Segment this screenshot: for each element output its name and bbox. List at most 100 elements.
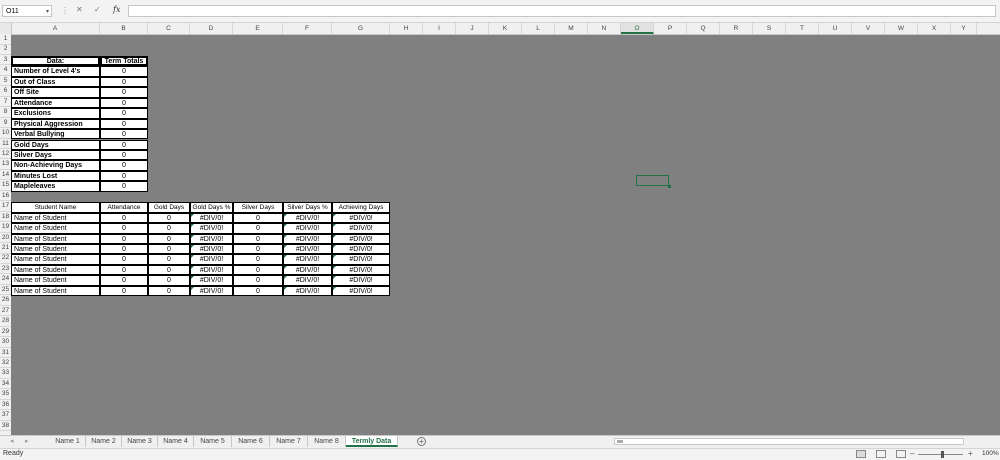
row-header-16[interactable]: 16 — [0, 191, 11, 202]
row-header-17[interactable]: 17 — [0, 201, 11, 212]
sheet-tab[interactable]: Name 2 — [86, 436, 122, 447]
row-header-15[interactable]: 15 — [0, 180, 11, 191]
table-cell[interactable]: 0 — [100, 223, 148, 234]
zoom-slider-knob[interactable] — [941, 451, 944, 458]
table-cell[interactable]: #DIV/0! — [190, 254, 233, 265]
insert-function-icon[interactable]: fx — [113, 5, 120, 14]
table-header-3[interactable]: Gold Days % — [190, 202, 233, 213]
table-cell[interactable]: 0 — [148, 233, 190, 244]
row-header-36[interactable]: 36 — [0, 400, 11, 411]
table-cell[interactable]: #DIV/0! — [283, 244, 332, 255]
row-header-7[interactable]: 7 — [0, 97, 11, 108]
row-header-35[interactable]: 35 — [0, 389, 11, 400]
table-cell[interactable]: #DIV/0! — [332, 275, 390, 286]
selected-cell[interactable] — [636, 175, 671, 188]
column-header-l[interactable]: L — [522, 23, 555, 34]
column-header-o[interactable]: O — [621, 23, 654, 34]
add-sheet-icon[interactable]: + — [417, 437, 426, 446]
row-header-9[interactable]: 9 — [0, 118, 11, 129]
sheet-tab[interactable]: Name 3 — [122, 436, 158, 447]
table-cell[interactable]: #DIV/0! — [283, 254, 332, 265]
summary-value[interactable]: 0 — [100, 97, 148, 109]
column-header-g[interactable]: G — [332, 23, 390, 34]
row-header-5[interactable]: 5 — [0, 76, 11, 87]
row-header-38[interactable]: 38 — [0, 421, 11, 432]
zoom-out-icon[interactable]: – — [910, 449, 914, 458]
summary-value[interactable]: 0 — [100, 170, 148, 182]
table-cell[interactable]: 0 — [100, 254, 148, 265]
table-cell[interactable]: 0 — [100, 275, 148, 286]
scrollbar-thumb[interactable] — [617, 440, 623, 443]
sheet-tab[interactable]: Name 6 — [232, 436, 270, 447]
row-header-14[interactable]: 14 — [0, 170, 11, 181]
sheet-tab[interactable]: Name 5 — [194, 436, 232, 447]
horizontal-scrollbar[interactable] — [614, 438, 964, 445]
row-header-19[interactable]: 19 — [0, 222, 11, 233]
table-cell[interactable]: #DIV/0! — [190, 244, 233, 255]
table-cell[interactable]: 0 — [233, 275, 283, 286]
row-header-27[interactable]: 27 — [0, 306, 11, 317]
summary-label[interactable]: Physical Aggression — [11, 118, 100, 130]
summary-value[interactable]: 0 — [100, 108, 148, 119]
row-header-32[interactable]: 32 — [0, 358, 11, 369]
sheet-tab[interactable]: Termly Data — [346, 436, 398, 447]
table-cell[interactable]: 0 — [100, 212, 148, 224]
column-header-c[interactable]: C — [148, 23, 190, 34]
column-header-s[interactable]: S — [753, 23, 786, 34]
table-cell[interactable]: 0 — [100, 264, 148, 276]
table-cell[interactable]: 0 — [233, 212, 283, 224]
summary-label[interactable]: Non-Achieving Days — [11, 160, 100, 171]
summary-label[interactable]: Verbal Bullying — [11, 129, 100, 140]
student-name-cell[interactable]: Name of Student — [11, 233, 100, 244]
row-header-22[interactable]: 22 — [0, 253, 11, 264]
table-cell[interactable]: 0 — [148, 275, 190, 286]
summary-value[interactable]: 0 — [100, 76, 148, 88]
row-header-37[interactable]: 37 — [0, 410, 11, 421]
summary-label[interactable]: Silver Days — [11, 149, 100, 161]
row-header-31[interactable]: 31 — [0, 348, 11, 358]
student-name-cell[interactable]: Name of Student — [11, 244, 100, 255]
summary-label[interactable]: Number of Level 4's — [11, 66, 100, 77]
column-header-w[interactable]: W — [885, 23, 918, 34]
summary-label[interactable]: Minutes Lost — [11, 170, 100, 182]
table-cell[interactable]: 0 — [100, 244, 148, 255]
column-header-x[interactable]: X — [918, 23, 951, 34]
column-header-h[interactable]: H — [390, 23, 423, 34]
table-cell[interactable]: #DIV/0! — [332, 212, 390, 224]
table-cell[interactable]: #DIV/0! — [283, 285, 332, 297]
sheet-grid[interactable]: Data: Term Totals Number of Level 4's 0 Out … — [11, 35, 1000, 435]
page-break-view-icon[interactable] — [896, 450, 906, 458]
table-header-1[interactable]: Attendance — [100, 202, 148, 213]
summary-label[interactable]: Mapleleaves — [11, 181, 100, 192]
column-header-b[interactable]: B — [100, 23, 148, 34]
student-name-cell[interactable]: Name of Student — [11, 285, 100, 297]
table-header-4[interactable]: Silver Days — [233, 202, 283, 213]
row-header-12[interactable]: 12 — [0, 149, 11, 160]
table-cell[interactable]: #DIV/0! — [283, 264, 332, 276]
column-header-p[interactable]: P — [654, 23, 687, 34]
sheet-tab[interactable]: Name 1 — [50, 436, 86, 447]
row-header-10[interactable]: 10 — [0, 128, 11, 139]
row-header-4[interactable]: 4 — [0, 65, 11, 76]
page-layout-view-icon[interactable] — [876, 450, 886, 458]
student-name-cell[interactable]: Name of Student — [11, 254, 100, 265]
table-header-6[interactable]: Achieving Days — [332, 202, 390, 213]
column-header-e[interactable]: E — [233, 23, 283, 34]
normal-view-icon[interactable] — [856, 450, 866, 458]
row-header-21[interactable]: 21 — [0, 243, 11, 254]
column-header-u[interactable]: U — [819, 23, 852, 34]
enter-icon[interactable]: ✓ — [94, 5, 101, 14]
table-cell[interactable]: #DIV/0! — [332, 285, 390, 297]
table-cell[interactable]: 0 — [233, 223, 283, 234]
summary-label[interactable]: Attendance — [11, 97, 100, 109]
sheet-tab[interactable]: Name 7 — [270, 436, 308, 447]
student-name-cell[interactable]: Name of Student — [11, 264, 100, 276]
row-header-18[interactable]: 18 — [0, 212, 11, 223]
row-header-24[interactable]: 24 — [0, 274, 11, 285]
row-header-20[interactable]: 20 — [0, 233, 11, 244]
table-cell[interactable]: 0 — [148, 264, 190, 276]
column-header-y[interactable]: Y — [951, 23, 977, 34]
table-header-2[interactable]: Gold Days — [148, 202, 190, 213]
summary-value[interactable]: 0 — [100, 129, 148, 140]
table-cell[interactable]: 0 — [100, 285, 148, 297]
